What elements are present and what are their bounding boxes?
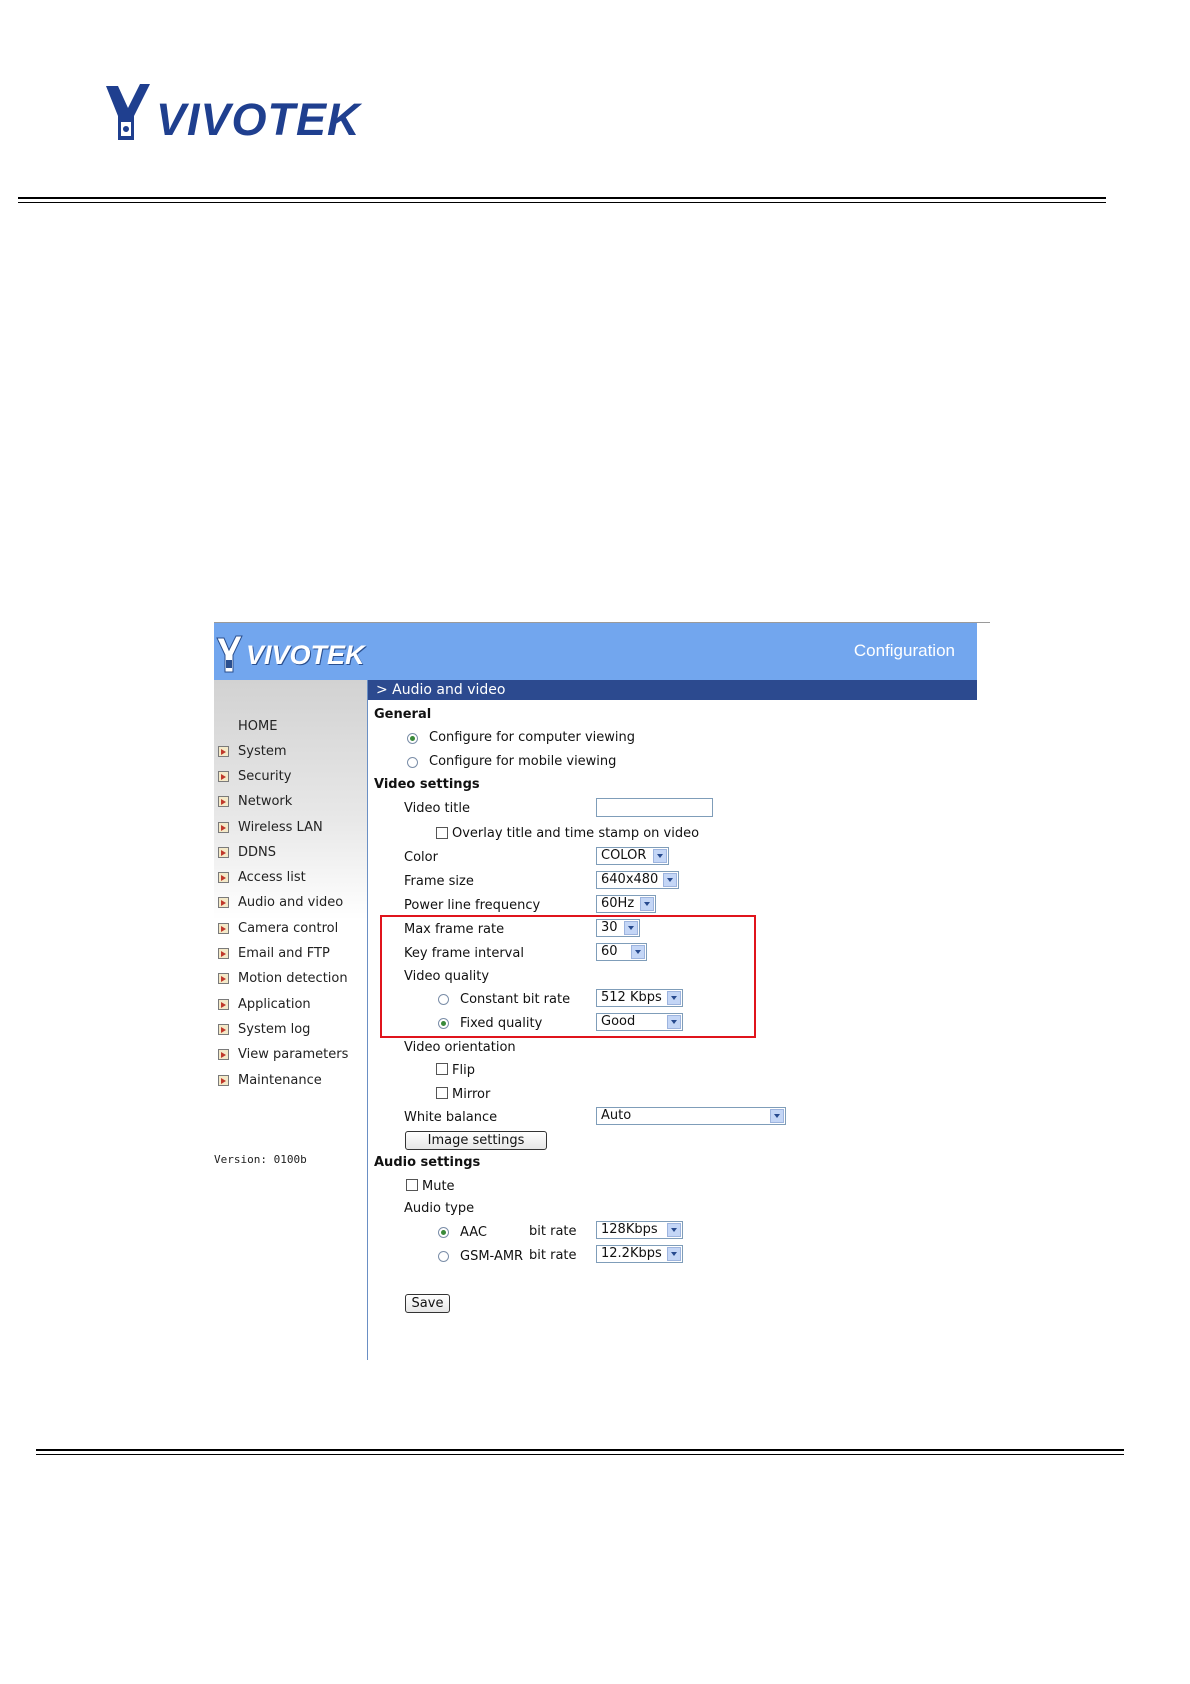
color-select[interactable]: COLOR (596, 847, 669, 865)
menu-item-system-log[interactable]: System log (218, 1019, 310, 1039)
mobile-viewing-radio[interactable] (407, 757, 418, 768)
sidebar: HOME System Security Network Wireless LA… (214, 680, 368, 1360)
config-title: Configuration (853, 641, 955, 660)
menu-item-application[interactable]: Application (218, 994, 311, 1014)
menu-item-system[interactable]: System (218, 741, 286, 761)
mute-label: Mute (422, 1179, 455, 1194)
aac-bit-rate-select[interactable]: 128Kbps (596, 1221, 683, 1239)
header-edge (977, 622, 990, 681)
config-screenshot: VIVOTEK Configuration HOME System Securi… (214, 622, 990, 1360)
computer-viewing-radio[interactable] (407, 733, 418, 744)
audio-settings-heading: Audio settings (374, 1155, 481, 1170)
frame-size-label: Frame size (404, 874, 474, 889)
config-brand-text: VIVOTEK (246, 639, 365, 670)
video-orientation-label: Video orientation (404, 1040, 516, 1055)
general-heading: General (374, 707, 432, 722)
mobile-viewing-label: Configure for mobile viewing (429, 754, 617, 769)
audio-type-label: Audio type (404, 1201, 475, 1216)
arrow-icon (218, 745, 229, 757)
aac-radio[interactable] (438, 1227, 449, 1238)
vivotek-logo-icon (216, 635, 243, 673)
footer-divider-thin (36, 1454, 1124, 1455)
menu-item-camera-control[interactable]: Camera control (218, 918, 338, 938)
arrow-icon (218, 998, 229, 1010)
aac-label: AAC (460, 1225, 487, 1240)
header-divider-thin (18, 202, 1106, 203)
arrow-icon (218, 846, 229, 858)
menu-item-view-parameters[interactable]: View parameters (218, 1044, 348, 1064)
chevron-down-icon (667, 1247, 681, 1261)
arrow-icon (218, 795, 229, 807)
page-logo: VIVOTEK (104, 78, 374, 144)
menu-item-audio-and-video[interactable]: Audio and video (218, 892, 343, 912)
menu-item-security[interactable]: Security (218, 766, 291, 786)
menu-item-network[interactable]: Network (218, 791, 292, 811)
flip-label: Flip (452, 1063, 475, 1078)
version-label: Version: 0100b (214, 1153, 307, 1166)
frame-size-select[interactable]: 640x480 (596, 871, 679, 889)
config-header: VIVOTEK Configuration (214, 622, 977, 681)
arrow-icon (218, 1074, 229, 1086)
footer-divider (36, 1449, 1124, 1451)
header-divider (18, 197, 1106, 199)
mirror-label: Mirror (452, 1087, 491, 1102)
vivotek-logo-icon (106, 84, 150, 140)
arrow-icon (218, 896, 229, 908)
menu-item-ddns[interactable]: DDNS (218, 842, 276, 862)
color-label: Color (404, 850, 438, 865)
arrow-icon (218, 871, 229, 883)
overlay-checkbox[interactable] (436, 827, 448, 839)
power-line-label: Power line frequency (404, 898, 541, 913)
menu-item-motion-detection[interactable]: Motion detection (218, 968, 348, 988)
aac-bit-rate-label: bit rate (529, 1224, 577, 1239)
video-settings-heading: Video settings (374, 777, 480, 792)
section-title: > Audio and video (368, 680, 977, 700)
image-settings-button[interactable]: Image settings (405, 1131, 547, 1150)
chevron-down-icon (640, 897, 654, 911)
config-logo: VIVOTEK (216, 633, 365, 677)
gsm-amr-label: GSM-AMR (460, 1249, 524, 1264)
video-title-label: Video title (404, 801, 470, 816)
overlay-label: Overlay title and time stamp on video (452, 826, 700, 841)
flip-checkbox[interactable] (436, 1063, 448, 1075)
arrow-icon (218, 972, 229, 984)
arrow-icon (218, 1048, 229, 1060)
white-balance-select[interactable]: Auto (596, 1107, 786, 1125)
save-button[interactable]: Save (405, 1294, 450, 1313)
gsm-bit-rate-label: bit rate (529, 1248, 577, 1263)
mirror-checkbox[interactable] (436, 1087, 448, 1099)
menu-item-maintenance[interactable]: Maintenance (218, 1070, 322, 1090)
gsm-amr-radio[interactable] (438, 1251, 449, 1262)
chevron-down-icon (663, 873, 677, 887)
video-title-input[interactable] (596, 798, 713, 817)
arrow-icon (218, 1023, 229, 1035)
chevron-down-icon (667, 1223, 681, 1237)
arrow-icon (218, 947, 229, 959)
gsm-bit-rate-select[interactable]: 12.2Kbps (596, 1245, 683, 1263)
arrow-icon (218, 770, 229, 782)
page-brand-text: VIVOTEK (156, 94, 361, 145)
menu-item-access-list[interactable]: Access list (218, 867, 306, 887)
chevron-down-icon (770, 1109, 784, 1123)
arrow-icon (218, 922, 229, 934)
arrow-icon (218, 821, 229, 833)
menu-item-wireless-lan[interactable]: Wireless LAN (218, 817, 323, 837)
mute-checkbox[interactable] (406, 1179, 418, 1191)
chevron-down-icon (653, 849, 667, 863)
menu-item-home[interactable]: HOME (218, 716, 277, 736)
highlight-box (380, 915, 756, 1038)
power-line-select[interactable]: 60Hz (596, 895, 656, 913)
computer-viewing-label: Configure for computer viewing (429, 730, 636, 745)
white-balance-label: White balance (404, 1110, 498, 1125)
menu-item-email-and-ftp[interactable]: Email and FTP (218, 943, 330, 963)
